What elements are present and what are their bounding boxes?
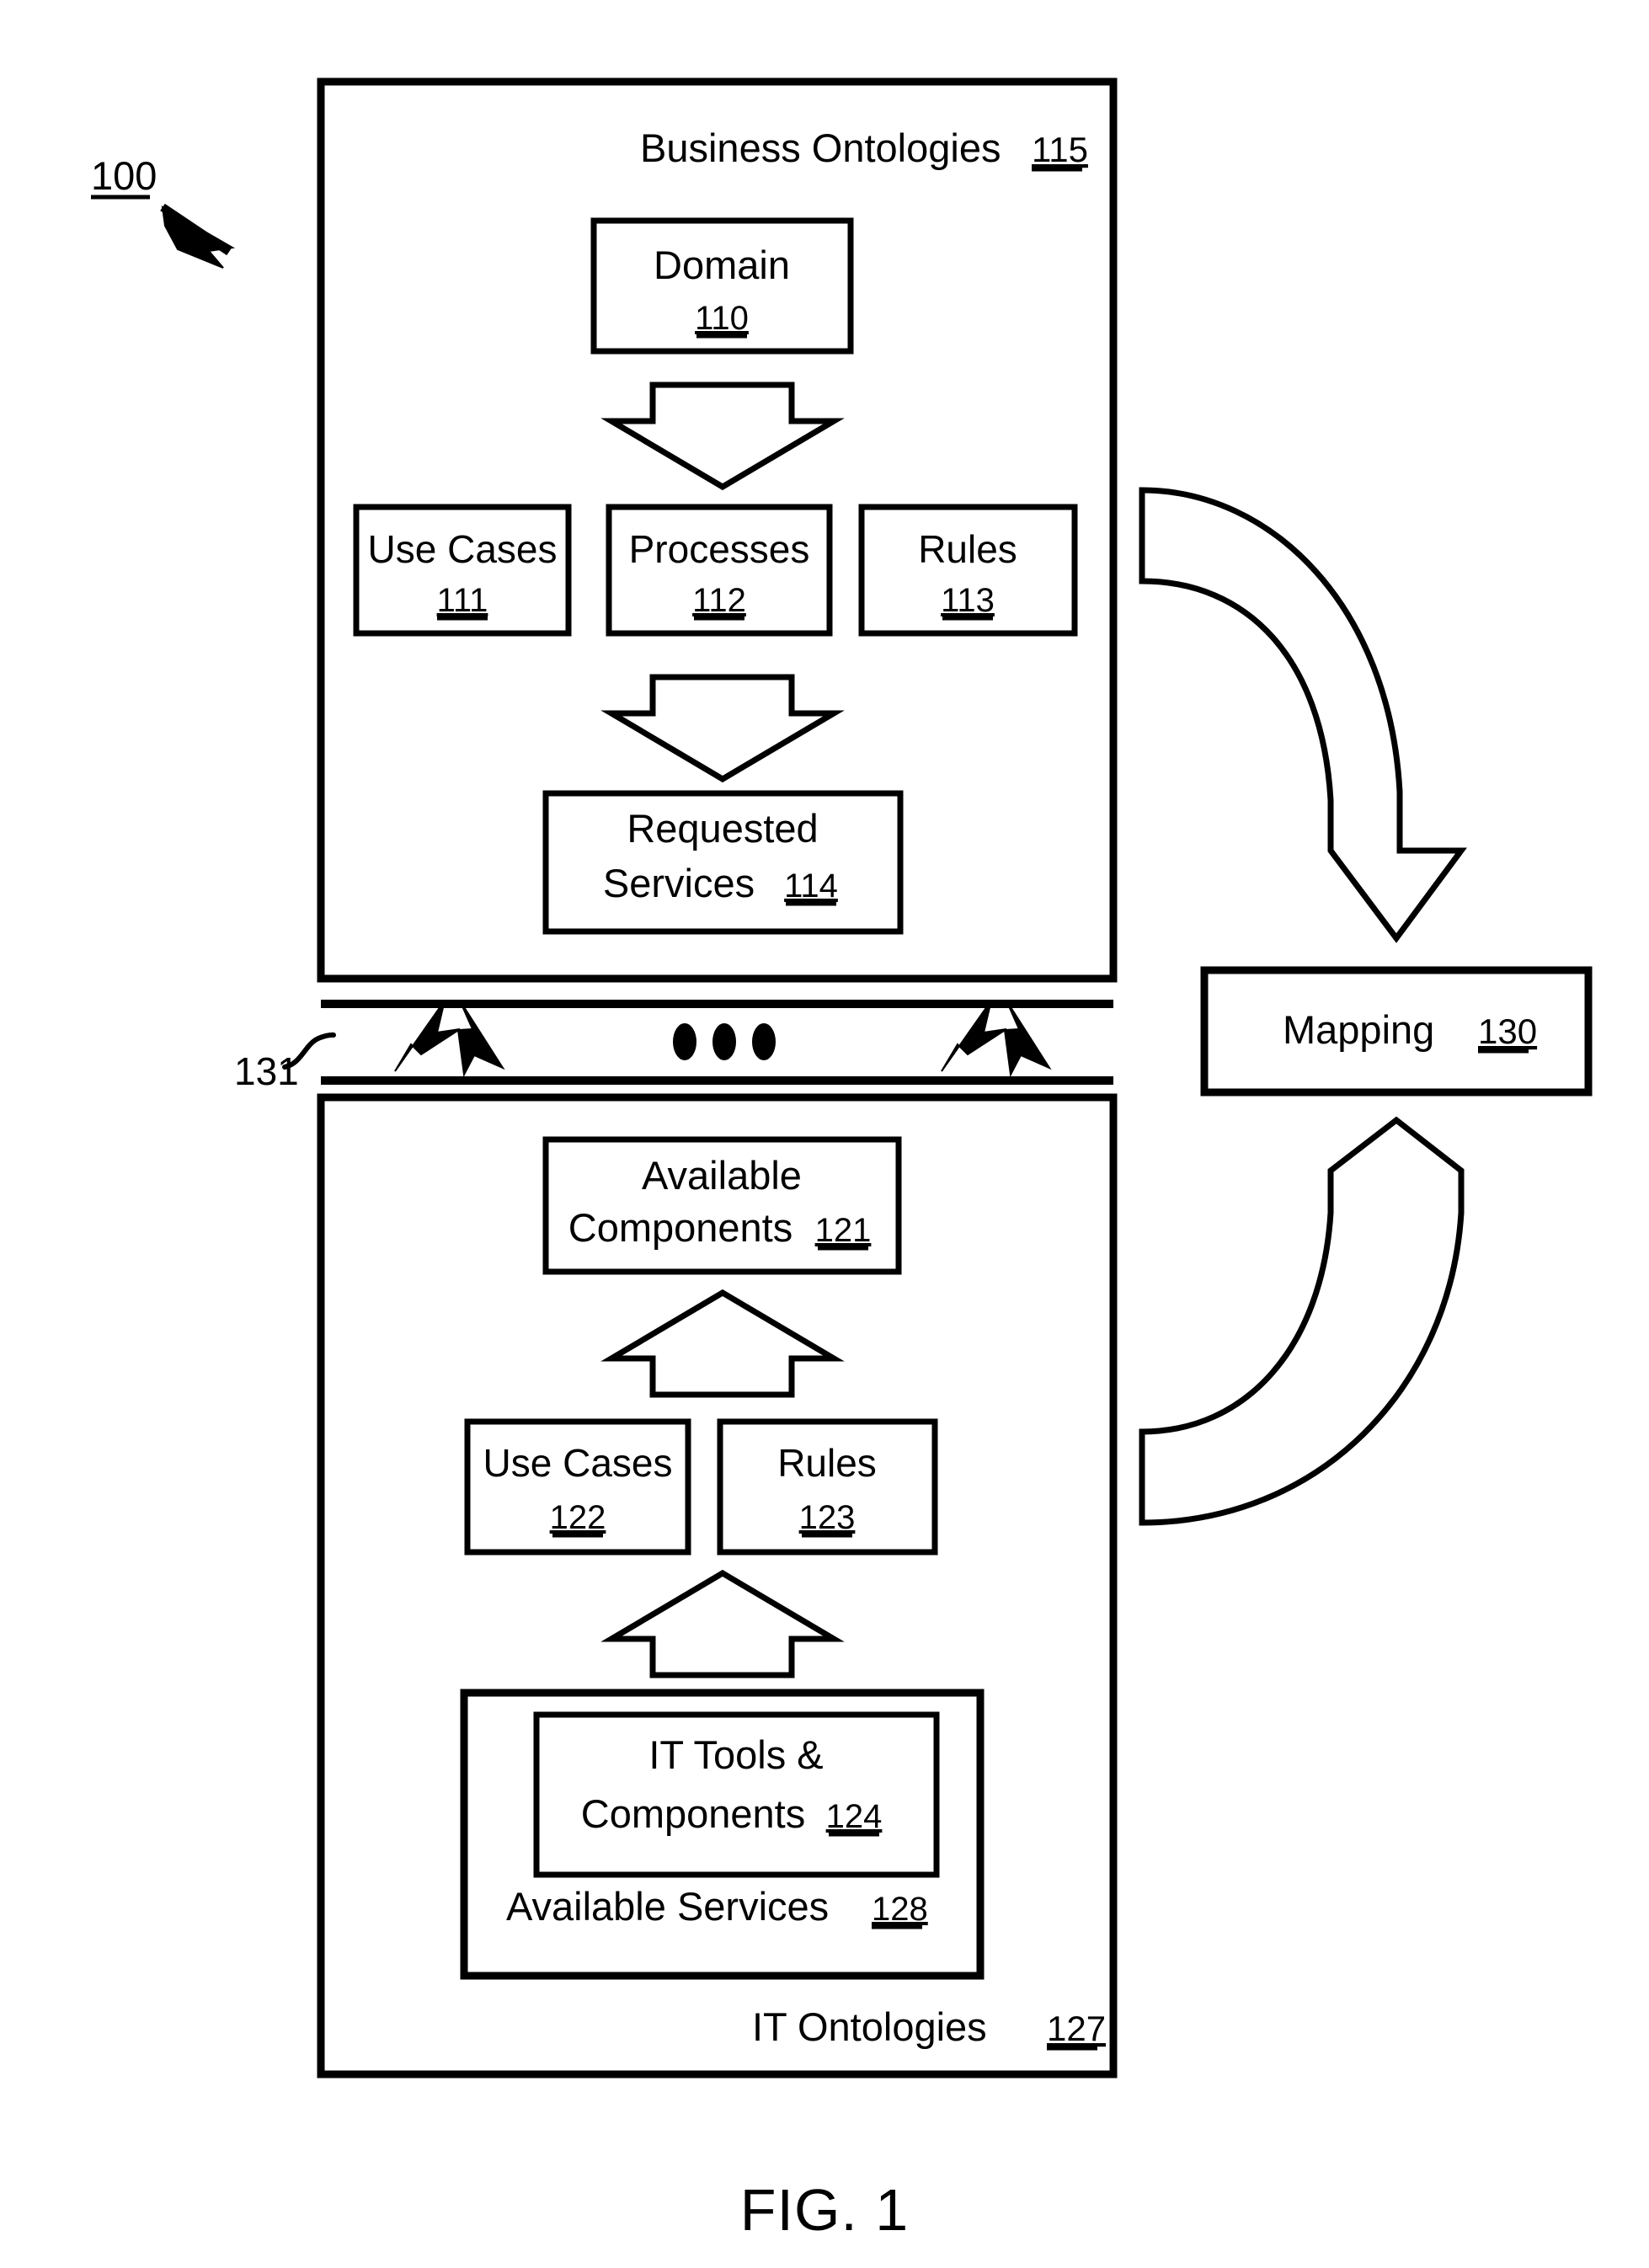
business-ontologies-ref: 115 xyxy=(1032,130,1088,169)
processes-112-ref: 112 xyxy=(692,582,746,619)
mapping-ref: 130 xyxy=(1478,1011,1537,1051)
patent-figure: Business Ontologies 115 Domain 110 Use C… xyxy=(0,0,1649,2268)
boundary-arrow-right-up-icon xyxy=(941,1000,1007,1072)
arrow-business-to-mapping-icon xyxy=(1139,487,1467,943)
requested-services-ref: 114 xyxy=(784,867,838,905)
available-components-line1: Available xyxy=(642,1153,802,1198)
use-cases-122-label: Use Cases xyxy=(483,1441,673,1485)
boundary-ref-131: 131 xyxy=(234,1049,299,1093)
domain-label: Domain xyxy=(654,243,790,287)
it-tools-line2: Components xyxy=(581,1791,806,1836)
rules-113-label: Rules xyxy=(918,527,1017,571)
domain-ref: 110 xyxy=(695,300,749,337)
rules-123-label: Rules xyxy=(777,1441,877,1485)
available-services-label: Available Services xyxy=(506,1884,829,1929)
ellipsis-dot-1-icon xyxy=(673,1023,696,1060)
figure-svg: Business Ontologies 115 Domain 110 Use C… xyxy=(91,77,1593,2243)
requested-services-line2: Services xyxy=(603,861,755,905)
rules-113-ref: 113 xyxy=(941,582,995,619)
boundary-arrow-left-up-icon xyxy=(394,1000,461,1072)
mapping-label: Mapping xyxy=(1283,1007,1434,1052)
use-cases-122-ref: 122 xyxy=(550,1499,606,1536)
available-components-line2: Components xyxy=(568,1205,793,1250)
it-tools-ref: 124 xyxy=(826,1798,883,1835)
use-cases-111-ref: 111 xyxy=(437,582,488,619)
arrow-it-to-mapping-icon xyxy=(1139,1116,1465,1526)
rules-123-ref: 123 xyxy=(799,1499,856,1536)
it-tools-line1: IT Tools & xyxy=(648,1732,823,1777)
requested-services-line1: Requested xyxy=(627,806,818,851)
boundary-arrow-right-down-icon xyxy=(1003,1000,1052,1078)
ellipsis-dot-3-icon xyxy=(752,1023,776,1060)
it-ontologies-ref: 127 xyxy=(1047,2009,1106,2048)
business-ontologies-title: Business Ontologies xyxy=(640,125,1001,170)
boundary-arrow-left-down-icon xyxy=(456,1000,505,1078)
system-ref-100: 100 xyxy=(91,153,157,198)
it-ontologies-title: IT Ontologies xyxy=(752,2004,987,2049)
available-services-ref: 128 xyxy=(872,1891,928,1928)
available-components-ref: 121 xyxy=(815,1212,872,1249)
figure-caption: FIG. 1 xyxy=(740,2177,909,2243)
ellipsis-dot-2-icon xyxy=(712,1023,736,1060)
use-cases-111-label: Use Cases xyxy=(368,527,558,571)
processes-112-label: Processes xyxy=(629,527,810,571)
